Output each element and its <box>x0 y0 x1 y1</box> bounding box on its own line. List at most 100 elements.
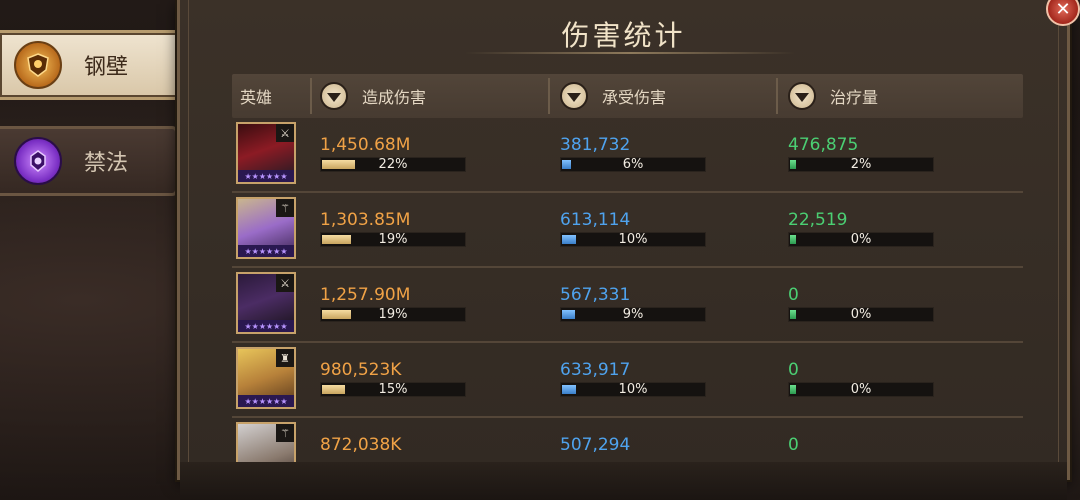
close-icon: ✕ <box>1055 0 1071 20</box>
taken-share-percent: 10% <box>618 232 648 247</box>
damage-share-bar: 15% <box>320 382 466 397</box>
heal-stat: 22,519 0% <box>788 210 934 247</box>
heal-share-bar: 0% <box>788 382 934 397</box>
taken-value: 633,917 <box>560 360 631 380</box>
damage-stat: 1,257.90M 19% <box>320 285 466 322</box>
damage-value: 1,257.90M <box>320 285 411 305</box>
chevron-down-icon <box>327 92 341 102</box>
heal-share-percent: 2% <box>850 157 872 172</box>
tab-forbidden-magic[interactable]: 禁法 <box>0 126 178 196</box>
sword-icon: ⚔ <box>276 274 294 292</box>
rook-icon: ♜ <box>276 349 294 367</box>
heal-share-percent: 0% <box>850 232 872 247</box>
tab-label: 禁法 <box>84 151 129 176</box>
damage-share-percent: 22% <box>378 157 408 172</box>
star-rating: ★★★★★★ <box>238 245 294 257</box>
taken-value: 567,331 <box>560 285 631 305</box>
hero-stat-row[interactable]: ⚚ 872,038K 507,294 0 <box>232 418 1023 462</box>
taken-stat: 633,917 10% <box>560 360 706 397</box>
sort-taken-button[interactable] <box>560 82 588 110</box>
header-damage[interactable]: 造成伤害 <box>320 74 426 118</box>
header-damage-label: 造成伤害 <box>362 88 427 107</box>
heal-share-bar: 0% <box>788 232 934 247</box>
hero-portrait[interactable]: ⚔ ★★★★★★ <box>236 272 296 334</box>
heal-share-bar: 0% <box>788 307 934 322</box>
damage-stat: 1,450.68M 22% <box>320 135 466 172</box>
taken-stat: 381,732 6% <box>560 135 706 172</box>
damage-share-bar: 22% <box>320 157 466 172</box>
stats-header: 英雄 造成伤害 承受伤害 治疗量 <box>232 74 1023 118</box>
sword-icon: ⚔ <box>276 124 294 142</box>
hero-portrait[interactable]: ♜ ★★★★★★ <box>236 347 296 409</box>
taken-share-bar: 9% <box>560 307 706 322</box>
taken-stat: 507,294 <box>560 435 630 455</box>
taken-share-percent: 9% <box>622 307 644 322</box>
heal-share-percent: 0% <box>850 382 872 397</box>
damage-value: 1,303.85M <box>320 210 411 230</box>
hero-stat-row[interactable]: ⚔ ★★★★★★ 1,257.90M 19% 567,331 9% 0 0% <box>232 268 1023 343</box>
header-hero: 英雄 <box>240 88 273 107</box>
damage-share-bar: 19% <box>320 307 466 322</box>
taken-share-percent: 10% <box>618 382 648 397</box>
star-rating: ★★★★★★ <box>238 170 294 182</box>
heal-stat: 0 <box>788 435 799 455</box>
header-divider <box>310 78 312 114</box>
damage-share-percent: 19% <box>378 307 408 322</box>
chevron-down-icon <box>567 92 581 102</box>
shield-crest-icon <box>14 41 62 89</box>
taken-value: 507,294 <box>560 435 631 455</box>
taken-stat: 613,114 10% <box>560 210 706 247</box>
sort-heal-button[interactable] <box>788 82 816 110</box>
hero-portrait[interactable]: ⚚ ★★★★★★ <box>236 197 296 259</box>
heal-value: 0 <box>788 360 799 380</box>
heal-value: 0 <box>788 285 799 305</box>
taken-share-bar: 10% <box>560 232 706 247</box>
taken-value: 381,732 <box>560 135 631 155</box>
heal-value: 476,875 <box>788 135 859 155</box>
chevron-down-icon <box>795 92 809 102</box>
title-divider <box>465 52 795 54</box>
star-rating: ★★★★★★ <box>238 320 294 332</box>
damage-share-bar: 19% <box>320 232 466 247</box>
heal-share-percent: 0% <box>850 307 872 322</box>
wand-icon: ⚚ <box>276 424 294 442</box>
header-taken-label: 承受伤害 <box>602 88 667 107</box>
wand-icon: ⚚ <box>276 199 294 217</box>
heal-value: 22,519 <box>788 210 848 230</box>
header-divider <box>548 78 550 114</box>
taken-share-bar: 6% <box>560 157 706 172</box>
heal-stat: 0 0% <box>788 360 934 397</box>
damage-value: 980,523K <box>320 360 402 380</box>
header-taken[interactable]: 承受伤害 <box>560 74 666 118</box>
taken-share-percent: 6% <box>622 157 644 172</box>
hero-stat-row[interactable]: ⚚ ★★★★★★ 1,303.85M 19% 613,114 10% 22,519 0% <box>232 193 1023 268</box>
header-heal[interactable]: 治疗量 <box>788 74 878 118</box>
header-divider <box>776 78 778 114</box>
taken-value: 613,114 <box>560 210 631 230</box>
heal-share-bar: 2% <box>788 157 934 172</box>
heal-value: 0 <box>788 435 799 455</box>
damage-stat: 872,038K <box>320 435 401 455</box>
taken-share-bar: 10% <box>560 382 706 397</box>
damage-stat: 980,523K 15% <box>320 360 466 397</box>
sort-damage-button[interactable] <box>320 82 348 110</box>
damage-value: 1,450.68M <box>320 135 411 155</box>
hero-stat-row[interactable]: ⚔ ★★★★★★ 1,450.68M 22% 381,732 6% 476,875 2% <box>232 118 1023 193</box>
star-rating: ★★★★★★ <box>238 395 294 407</box>
heal-stat: 476,875 2% <box>788 135 934 172</box>
panel-bottom-edge <box>180 462 1067 500</box>
hero-stat-row[interactable]: ♜ ★★★★★★ 980,523K 15% 633,917 10% 0 0% <box>232 343 1023 418</box>
hero-portrait[interactable]: ⚔ ★★★★★★ <box>236 122 296 184</box>
header-heal-label: 治疗量 <box>830 88 879 107</box>
panel-title: 伤害统计 <box>561 19 686 52</box>
heal-stat: 0 0% <box>788 285 934 322</box>
hero-portrait[interactable]: ⚚ <box>236 422 296 462</box>
damage-share-percent: 19% <box>378 232 408 247</box>
arcane-crest-icon <box>14 137 62 185</box>
taken-stat: 567,331 9% <box>560 285 706 322</box>
tab-label: 钢壁 <box>84 55 129 80</box>
tab-steel-wall[interactable]: 钢壁 <box>0 30 185 100</box>
damage-share-percent: 15% <box>378 382 408 397</box>
damage-stat: 1,303.85M 19% <box>320 210 466 247</box>
damage-value: 872,038K <box>320 435 402 455</box>
